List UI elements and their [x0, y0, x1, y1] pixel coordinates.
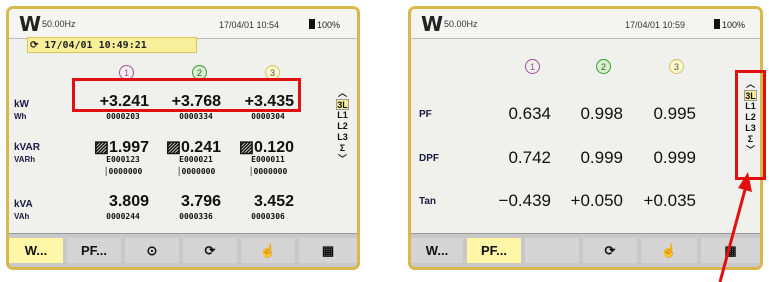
- phase-option-l1[interactable]: L1: [336, 110, 349, 121]
- battery-level: 100%: [722, 20, 746, 30]
- chevron-down-icon[interactable]: ﹀: [336, 154, 349, 165]
- phase-selector-highlight: [735, 70, 766, 180]
- tab-power[interactable]: W...: [9, 238, 63, 263]
- pf-label: PF: [419, 109, 432, 120]
- wh-counter-l3: 0000304: [251, 112, 285, 121]
- phase-selector[interactable]: ︿ 3L L1 L2 L3 Σ ﹀: [336, 88, 349, 165]
- battery-icon: [714, 19, 720, 29]
- phase-2-indicator: 2: [596, 59, 611, 74]
- battery-indicator: 100%: [714, 19, 745, 30]
- phase-option-3l[interactable]: 3L: [336, 99, 349, 110]
- recording-bar: ⟳ 17/04/01 10:49:21: [27, 37, 197, 53]
- dpf-value-l3: 0.999: [653, 148, 696, 167]
- kva-value-l1: 3.809: [108, 193, 149, 210]
- varh-counter-l2: E000021: [179, 155, 213, 164]
- refresh-icon[interactable]: ⟳: [583, 238, 637, 263]
- kva-label: kVA: [14, 199, 33, 210]
- dpf-value-l2: 0.999: [580, 148, 623, 167]
- tan-value-l3: +0.035: [643, 191, 696, 210]
- kvar-value-l3: ▨0.120: [238, 139, 294, 156]
- tab-power[interactable]: W...: [411, 238, 463, 263]
- dpf-label: DPF: [419, 153, 439, 164]
- status-bar: W 50.00Hz 17/04/01 10:59 100%: [411, 9, 760, 39]
- kvar-label: kVAR: [14, 142, 40, 153]
- battery-indicator: 100%: [309, 19, 340, 30]
- frequency-readout: 50.00Hz: [444, 19, 478, 29]
- wh-counter-l2: 0000334: [179, 112, 213, 121]
- kvar-value-l1: ▨1.997: [93, 139, 149, 156]
- pf-value-l3: 0.995: [653, 104, 696, 123]
- phase-option-l3[interactable]: L3: [336, 132, 349, 143]
- tab-power-factor[interactable]: PF...: [67, 238, 121, 263]
- battery-level: 100%: [317, 20, 341, 30]
- datetime: 17/04/01 10:59: [625, 20, 686, 30]
- record-icon: ⟳: [30, 40, 45, 51]
- hold-hand-icon[interactable]: ☝: [241, 238, 295, 263]
- tan-value-l2: +0.050: [570, 191, 623, 210]
- function-bar: W... PF... ⊙ ⟳ ☝ ▦: [9, 233, 357, 267]
- empty-tab: [525, 238, 579, 263]
- frequency-readout: 50.00Hz: [42, 19, 76, 29]
- annotation-arrow-icon: [718, 172, 752, 282]
- battery-icon: [309, 19, 315, 29]
- reset-icon[interactable]: ⊙: [125, 238, 179, 263]
- phase-option-l2[interactable]: L2: [336, 121, 349, 132]
- wh-label: Wh: [14, 112, 27, 121]
- left-screen: W 50.00Hz 17/04/01 10:54 100% ⟳ 17/04/01…: [6, 6, 360, 270]
- refresh-icon[interactable]: ⟳: [183, 238, 237, 263]
- tab-power-factor[interactable]: PF...: [467, 238, 521, 263]
- vah-counter-l1: 0000244: [106, 212, 140, 221]
- pf-value-l1: 0.634: [508, 104, 551, 123]
- pf-value-l2: 0.998: [580, 104, 623, 123]
- varh-cap-counter-l1: │0000000: [103, 167, 143, 176]
- varh-counter-l1: E000123: [106, 155, 140, 164]
- power-values-highlight: [72, 78, 301, 112]
- varh-cap-counter-l2: │0000000: [176, 167, 216, 176]
- tan-value-l1: −0.439: [498, 191, 551, 210]
- chevron-up-icon[interactable]: ︿: [336, 88, 349, 99]
- datetime: 17/04/01 10:54: [219, 20, 280, 30]
- varh-cap-counter-l3: │0000000: [248, 167, 288, 176]
- power-logo: W: [19, 12, 42, 36]
- phase-option-sum[interactable]: Σ: [336, 143, 349, 154]
- varh-label: VARh: [14, 155, 36, 164]
- kva-value-l2: 3.796: [180, 193, 221, 210]
- dpf-value-l1: 0.742: [508, 148, 551, 167]
- varh-counter-l3: E000011: [251, 155, 285, 164]
- tan-label: Tan: [419, 196, 437, 207]
- power-logo: W: [421, 12, 444, 36]
- phase-1-indicator: 1: [525, 59, 540, 74]
- kw-label: kW: [14, 99, 29, 110]
- vah-counter-l2: 0000336: [179, 212, 213, 221]
- record-start: 17/04/01 10:49:21: [44, 40, 147, 51]
- hold-hand-icon[interactable]: ☝: [641, 238, 697, 263]
- vah-counter-l3: 0000306: [251, 212, 285, 221]
- kva-value-l3: 3.452: [253, 193, 294, 210]
- status-bar: W 50.00Hz 17/04/01 10:54 100%: [9, 9, 357, 39]
- kvar-value-l2: ▨0.241: [165, 139, 221, 156]
- vah-label: VAh: [14, 212, 30, 221]
- waveform-icon[interactable]: ▦: [299, 238, 357, 263]
- wh-counter-l1: 0000203: [106, 112, 140, 121]
- phase-3-indicator: 3: [669, 59, 684, 74]
